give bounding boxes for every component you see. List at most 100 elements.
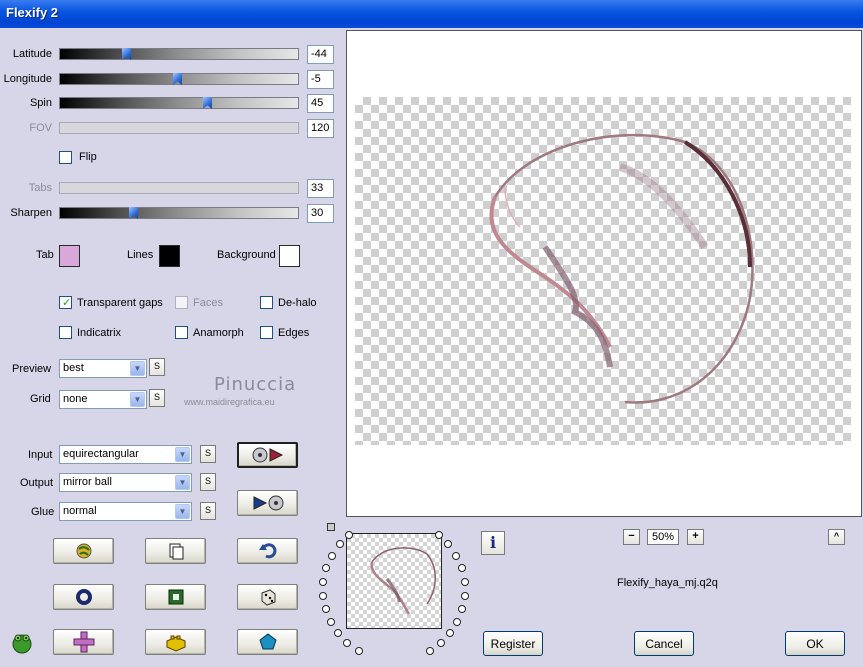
latitude-value-field[interactable]: -44 bbox=[307, 45, 334, 64]
transparent-gaps-checkbox[interactable]: ✓ bbox=[59, 296, 72, 309]
dial-dot[interactable] bbox=[335, 540, 344, 549]
brick-icon bbox=[166, 635, 185, 652]
dial-dot[interactable] bbox=[326, 617, 335, 626]
fov-value-field[interactable]: 120 bbox=[307, 119, 334, 138]
pentagon-button[interactable] bbox=[237, 629, 298, 655]
dial-dot[interactable] bbox=[354, 647, 363, 656]
scroll-up-button[interactable]: ^ bbox=[828, 529, 845, 545]
play-to-disc-icon bbox=[253, 495, 283, 511]
flip-label: Flip bbox=[79, 151, 97, 163]
dial-dot[interactable] bbox=[434, 530, 443, 539]
tabs-value-field[interactable]: 33 bbox=[307, 179, 334, 198]
preview-s-button[interactable]: S bbox=[149, 358, 165, 376]
copy-button[interactable] bbox=[145, 538, 206, 564]
dial-dot[interactable] bbox=[460, 577, 469, 586]
ring-icon bbox=[75, 589, 92, 605]
sphere-button[interactable] bbox=[53, 584, 114, 610]
spin-slider-thumb[interactable] bbox=[203, 97, 212, 109]
frame-icon bbox=[168, 589, 183, 605]
dial-dot[interactable] bbox=[458, 605, 467, 614]
dial-dot[interactable] bbox=[444, 540, 453, 549]
faces-checkbox[interactable] bbox=[175, 296, 188, 309]
randomize-button[interactable] bbox=[53, 538, 114, 564]
dial-dot[interactable] bbox=[457, 564, 466, 573]
window-title: Flexify 2 bbox=[6, 5, 59, 20]
dial-dot[interactable] bbox=[453, 617, 462, 626]
dice-button[interactable] bbox=[237, 584, 298, 610]
fov-slider[interactable] bbox=[59, 122, 299, 134]
edges-checkbox[interactable] bbox=[260, 326, 273, 339]
output-projection-value: mirror ball bbox=[63, 476, 112, 488]
dial-dot[interactable] bbox=[319, 591, 328, 600]
sharpen-slider[interactable] bbox=[59, 207, 299, 219]
tabs-slider[interactable] bbox=[59, 182, 299, 194]
watermark-name: Pinuccia bbox=[214, 374, 297, 395]
dial-dot[interactable] bbox=[436, 639, 445, 648]
dial-dot[interactable] bbox=[319, 577, 328, 586]
latitude-slider-thumb[interactable] bbox=[122, 48, 131, 60]
tab-color-swatch[interactable] bbox=[59, 245, 80, 267]
cancel-button[interactable]: Cancel bbox=[634, 631, 694, 656]
thumbnail-handle[interactable] bbox=[327, 523, 335, 531]
spin-value-field[interactable]: 45 bbox=[307, 94, 334, 113]
tab-color-label: Tab bbox=[36, 249, 54, 261]
sharpen-value-field[interactable]: 30 bbox=[307, 204, 334, 223]
thumbnail-preview[interactable] bbox=[346, 533, 442, 629]
zoom-out-button[interactable]: − bbox=[623, 529, 640, 545]
background-color-label: Background bbox=[217, 249, 276, 261]
anamorph-checkbox[interactable] bbox=[175, 326, 188, 339]
glue-value: normal bbox=[63, 505, 97, 517]
dial-dot[interactable] bbox=[343, 639, 352, 648]
mirror-ball-render bbox=[489, 133, 754, 404]
zoom-level[interactable]: 50% bbox=[647, 529, 679, 545]
dial-dot[interactable] bbox=[446, 629, 455, 638]
chevron-down-icon: ▼ bbox=[130, 361, 145, 376]
indicatrix-label: Indicatrix bbox=[77, 327, 122, 339]
indicatrix-checkbox[interactable] bbox=[59, 326, 72, 339]
output-projection-select[interactable]: mirror ball ▼ bbox=[59, 473, 192, 492]
undo-button[interactable] bbox=[237, 538, 298, 564]
title-bar[interactable]: Flexify 2 bbox=[0, 0, 863, 28]
dial-dot[interactable] bbox=[452, 551, 461, 560]
longitude-slider[interactable] bbox=[59, 73, 299, 85]
zoom-in-button[interactable]: + bbox=[687, 529, 704, 545]
input-s-button[interactable]: S bbox=[200, 445, 216, 463]
longitude-slider-thumb[interactable] bbox=[173, 73, 182, 85]
preview-quality-select[interactable]: best ▼ bbox=[59, 359, 147, 378]
dial-dot[interactable] bbox=[333, 629, 342, 638]
ok-button[interactable]: OK bbox=[785, 631, 845, 656]
dial-dot[interactable] bbox=[460, 591, 469, 600]
render-to-image-button[interactable] bbox=[237, 442, 298, 468]
preview-canvas[interactable] bbox=[346, 30, 862, 517]
glue-s-button[interactable]: S bbox=[200, 502, 216, 520]
cross-button[interactable] bbox=[53, 629, 114, 655]
input-projection-value: equirectangular bbox=[63, 448, 139, 460]
spin-slider[interactable] bbox=[59, 97, 299, 109]
watermark-url: www.maidiregrafica.eu bbox=[184, 397, 275, 407]
register-button[interactable]: Register bbox=[483, 631, 543, 656]
latitude-slider[interactable] bbox=[59, 48, 299, 60]
brick-button[interactable] bbox=[145, 629, 206, 655]
output-s-button[interactable]: S bbox=[200, 473, 216, 491]
sharpen-slider-thumb[interactable] bbox=[129, 207, 138, 219]
dial-dot[interactable] bbox=[327, 551, 336, 560]
longitude-value-field[interactable]: -5 bbox=[307, 70, 334, 89]
dial-dot[interactable] bbox=[322, 564, 331, 573]
grid-select[interactable]: none ▼ bbox=[59, 390, 147, 409]
info-button[interactable]: i bbox=[481, 531, 505, 555]
grid-s-button[interactable]: S bbox=[149, 389, 165, 407]
lines-color-swatch[interactable] bbox=[159, 245, 180, 267]
flip-checkbox[interactable] bbox=[59, 151, 72, 164]
frog-logo-icon bbox=[10, 630, 34, 654]
dehalo-checkbox[interactable] bbox=[260, 296, 273, 309]
background-color-swatch[interactable] bbox=[279, 245, 300, 267]
undo-icon bbox=[258, 543, 276, 559]
dial-dot[interactable] bbox=[321, 605, 330, 614]
dice-icon bbox=[261, 589, 275, 606]
glue-select[interactable]: normal ▼ bbox=[59, 502, 192, 521]
dial-dot[interactable] bbox=[425, 647, 434, 656]
input-projection-select[interactable]: equirectangular ▼ bbox=[59, 445, 192, 464]
render-from-image-button[interactable] bbox=[237, 490, 298, 516]
tabs-label: Tabs bbox=[28, 182, 52, 194]
square-button[interactable] bbox=[145, 584, 206, 610]
